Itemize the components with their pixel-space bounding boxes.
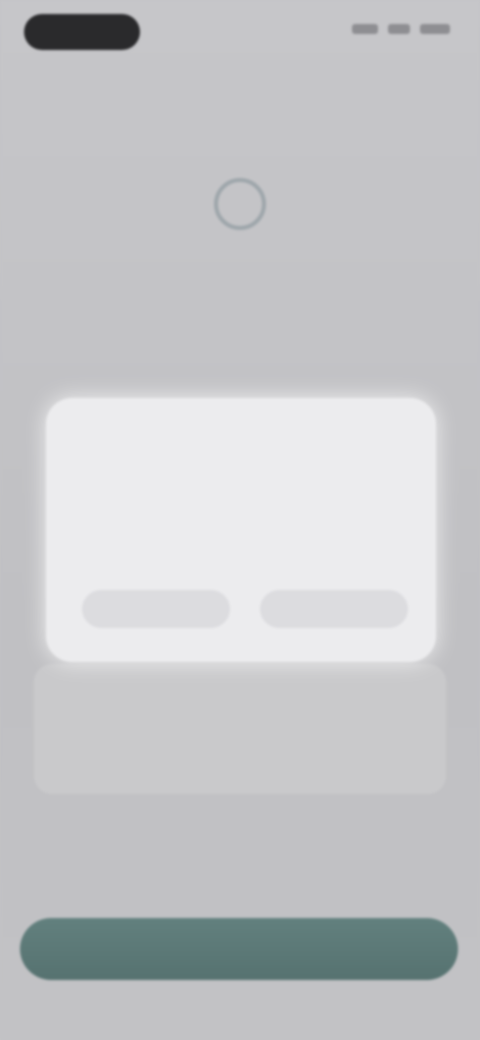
status-icons xyxy=(352,24,450,34)
wifi-icon xyxy=(388,24,410,34)
background-card xyxy=(34,664,446,794)
confirmation-dialog xyxy=(46,398,436,662)
primary-action-button[interactable] xyxy=(20,918,458,980)
dialog-primary-button[interactable] xyxy=(260,590,408,628)
dialog-secondary-button[interactable] xyxy=(82,590,230,628)
app-logo-icon xyxy=(214,178,266,230)
app-screen xyxy=(0,0,480,1040)
signal-icon xyxy=(352,24,378,34)
status-time xyxy=(24,14,140,50)
battery-icon xyxy=(420,24,450,34)
